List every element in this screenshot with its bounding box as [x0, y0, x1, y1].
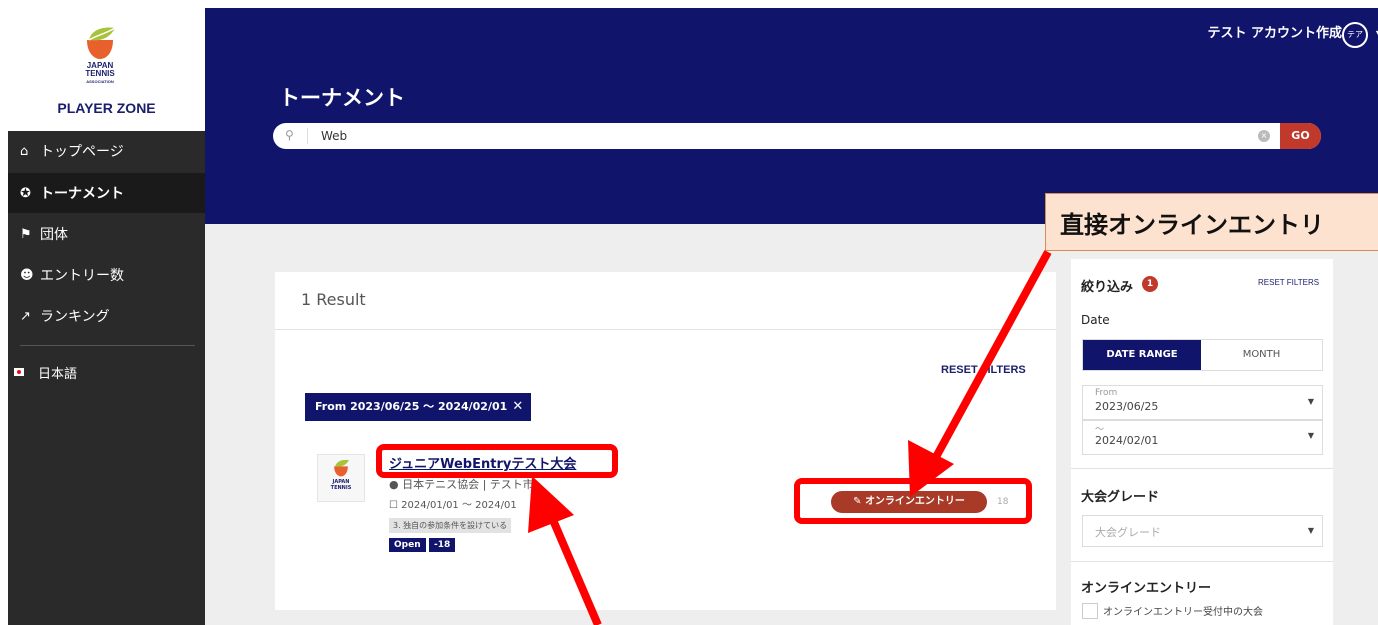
annotation-arrow-to-entry	[908, 250, 1052, 497]
annotation-arrow-to-title	[528, 476, 602, 625]
annotation-arrows	[528, 250, 1052, 625]
